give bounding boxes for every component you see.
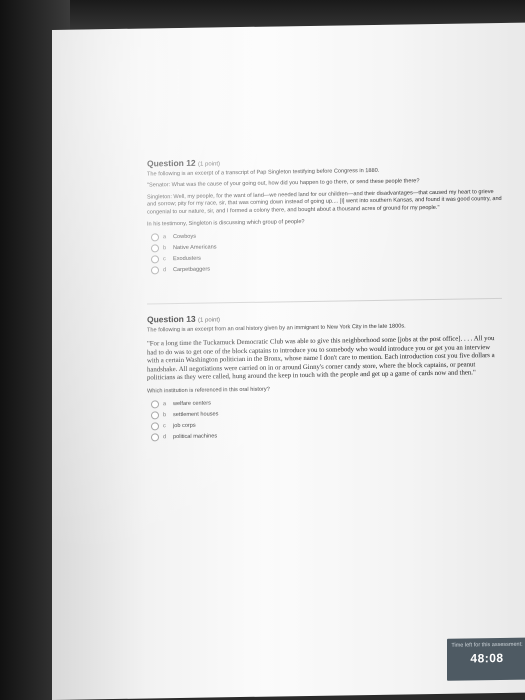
radio-button[interactable] — [151, 254, 159, 263]
question-12-points: (1 point) — [198, 161, 221, 168]
option-letter: c — [163, 423, 166, 430]
option-letter: b — [163, 244, 167, 251]
question-13-quote: "For a long time the Tuckamuck Democrati… — [147, 335, 495, 382]
question-12-question-line: "Senator: What was the cause of your goi… — [147, 178, 420, 189]
timer-time: 48:08 — [470, 650, 504, 665]
radio-button[interactable] — [151, 411, 159, 420]
question-13-intro: The following is an excerpt from an oral… — [147, 323, 406, 334]
radio-button[interactable] — [151, 400, 159, 409]
option-label[interactable]: Cowboys — [173, 233, 196, 239]
radio-button[interactable] — [151, 433, 159, 442]
question-12: Question 12 (1 point) The following is a… — [147, 153, 502, 276]
question-content: Question 12 (1 point) The following is a… — [147, 153, 502, 443]
option-label[interactable]: Native Americans — [173, 244, 217, 251]
radio-button[interactable] — [151, 265, 159, 274]
option-letter: a — [163, 233, 167, 240]
radio-button[interactable] — [151, 243, 159, 252]
option-letter: c — [163, 255, 166, 262]
question-12-intro: The following is an excerpt of a transcr… — [147, 167, 380, 178]
radio-button[interactable] — [151, 232, 159, 241]
question-13: Question 13 (1 point) The following is a… — [147, 309, 502, 443]
option-label[interactable]: political machines — [173, 433, 217, 440]
radio-button[interactable] — [151, 422, 159, 431]
question-divider — [147, 297, 502, 305]
option-label[interactable]: welfare centers — [173, 400, 211, 407]
option-label[interactable]: job corps — [173, 423, 196, 429]
option-label[interactable]: settlement houses — [173, 411, 218, 418]
timer-label: Time left for this assessment: — [451, 641, 523, 649]
option-letter: d — [163, 266, 167, 273]
question-13-options: a welfare centers b settlement houses c … — [147, 393, 502, 443]
question-12-options: a Cowboys b Native Americans c Exoduster… — [147, 226, 502, 276]
question-13-points: (1 point) — [198, 317, 221, 324]
assessment-timer: Time left for this assessment: 48:08 — [447, 637, 525, 681]
option-letter: b — [163, 412, 167, 419]
question-13-title-text: Question 13 — [147, 313, 196, 325]
option-letter: d — [163, 434, 167, 441]
option-letter: a — [163, 401, 167, 408]
question-12-title-text: Question 12 — [147, 157, 196, 169]
option-label[interactable]: Carpetbaggers — [173, 266, 210, 273]
assessment-screen: Question 12 (1 point) The following is a… — [52, 22, 525, 700]
question-12-answer: Singleton: Well, my people, for the want… — [147, 188, 502, 216]
option-label[interactable]: Exodusters — [173, 255, 201, 261]
